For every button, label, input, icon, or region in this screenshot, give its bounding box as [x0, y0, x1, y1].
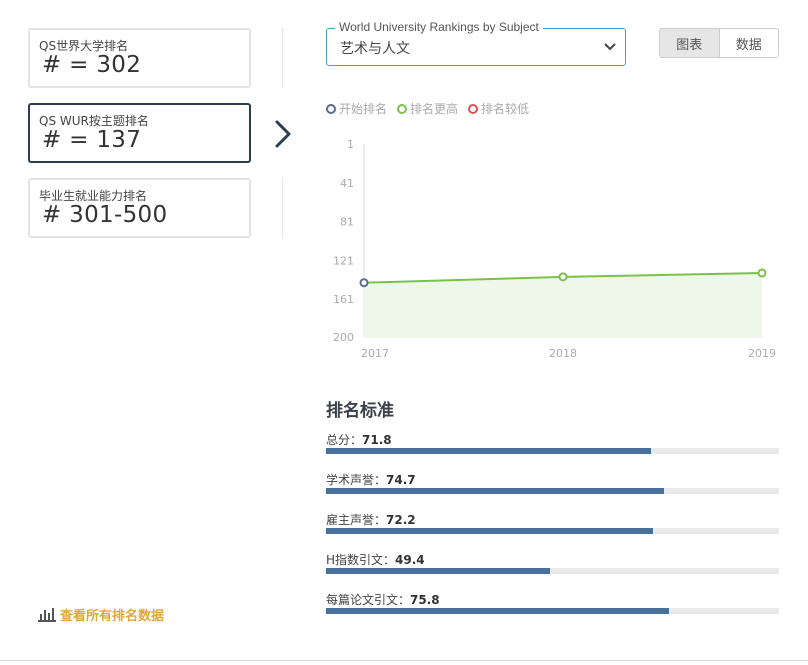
criterion-bar-fill — [326, 448, 652, 454]
legend-start-dot — [326, 103, 336, 114]
rank-card-world[interactable]: QS世界大学排名 # = 302 — [28, 28, 251, 88]
criteria-title: 排名标准 — [326, 401, 394, 421]
legend-item-start[interactable]: 开始排名 — [326, 100, 387, 117]
view-all-label: 查看所有排名数据 — [60, 609, 165, 624]
criterion-bar-track — [326, 528, 779, 534]
rank-history-chart: 1 41 81 121 161 200 2017 2018 2019 — [333, 138, 776, 360]
criterion-bar-track — [326, 608, 779, 614]
chevron-right-icon — [275, 120, 291, 148]
rank-card-employability[interactable]: 毕业生就业能力排名 # 301-500 — [28, 178, 251, 238]
legend-label: 排名更高 — [410, 102, 459, 116]
criterion-label: 每篇论文引文：75.8 — [326, 591, 440, 608]
page: QS世界大学排名 # = 302 QS WUR按主题排名 # = 137 毕业生… — [0, 0, 808, 665]
view-toggle: 图表 数据 — [659, 28, 779, 58]
subject-select[interactable]: World University Rankings by Subject 艺术与… — [326, 20, 626, 66]
y-tick-label: 161 — [333, 293, 354, 306]
legend-label: 开始排名 — [339, 102, 388, 116]
criterion-label: 学术声誉：74.7 — [326, 471, 416, 488]
criterion-name: 学术声誉： — [326, 473, 387, 487]
rank-area — [364, 272, 762, 337]
criterion-label: H指数引文：49.4 — [326, 551, 425, 568]
criterion-bar-fill — [326, 608, 670, 614]
criterion-bar-track — [326, 488, 779, 494]
criterion-name: 每篇论文引文： — [326, 593, 411, 607]
criterion-row: 雇主声誉：72.2 — [326, 511, 779, 545]
bar-chart-icon — [38, 607, 56, 622]
criterion-bar-fill — [326, 488, 665, 494]
y-tick-label: 200 — [333, 331, 354, 344]
chart-view-button[interactable]: 图表 — [660, 29, 719, 57]
criterion-label: 总分：71.8 — [326, 431, 392, 448]
divider — [282, 178, 283, 238]
criterion-value: 71.8 — [362, 433, 392, 447]
subject-select-legend: World University Rankings by Subject — [335, 20, 543, 34]
rank-card-subject[interactable]: QS WUR按主题排名 # = 137 — [28, 103, 251, 163]
criterion-name: H指数引文： — [326, 553, 396, 567]
criterion-bar-fill — [326, 568, 550, 574]
criterion-bar-fill — [326, 528, 654, 534]
criterion-value: 72.2 — [386, 513, 416, 527]
criterion-row: 总分：71.8 — [326, 431, 779, 465]
divider — [282, 28, 283, 88]
legend-label: 排名较低 — [481, 102, 530, 116]
y-tick-label: 1 — [347, 138, 354, 151]
subject-select-value: 艺术与人文 — [340, 41, 410, 57]
rank-point — [757, 268, 767, 278]
x-tick-label: 2019 — [748, 347, 776, 360]
rank-point — [558, 272, 568, 282]
x-tick-label: 2018 — [549, 347, 577, 360]
criterion-row: 学术声誉：74.7 — [326, 471, 779, 505]
criterion-bar-track — [326, 568, 779, 574]
criterion-row: H指数引文：49.4 — [326, 551, 779, 585]
criterion-name: 总分： — [326, 433, 363, 447]
legend-item-lower[interactable]: 排名较低 — [468, 100, 529, 117]
criterion-row: 每篇论文引文：75.8 — [326, 591, 779, 625]
criterion-bar-track — [326, 448, 779, 454]
criterion-label: 雇主声誉：72.2 — [326, 511, 416, 528]
legend-higher-dot — [397, 103, 408, 114]
criterion-name: 雇主声誉： — [326, 513, 387, 527]
criterion-value: 49.4 — [395, 553, 425, 567]
legend-lower-dot — [468, 103, 479, 114]
rank-value: # = 137 — [42, 127, 142, 153]
criterion-value: 75.8 — [410, 593, 440, 607]
y-tick-label: 41 — [340, 177, 354, 190]
footer-divider — [0, 660, 808, 661]
y-tick-label: 121 — [333, 254, 354, 267]
x-tick-label: 2017 — [361, 347, 389, 360]
chart-legend: 开始排名 排名更高 排名较低 — [326, 100, 529, 117]
legend-item-higher[interactable]: 排名更高 — [397, 100, 458, 117]
y-tick-label: 81 — [340, 216, 354, 229]
rank-value: # = 302 — [42, 52, 142, 78]
criterion-value: 74.7 — [386, 473, 416, 487]
chevron-down-icon — [604, 43, 616, 51]
data-view-button[interactable]: 数据 — [718, 29, 778, 57]
rank-point — [359, 278, 369, 288]
view-all-rankings-link[interactable]: 查看所有排名数据 — [38, 605, 164, 624]
rank-value: # 301-500 — [42, 202, 168, 228]
